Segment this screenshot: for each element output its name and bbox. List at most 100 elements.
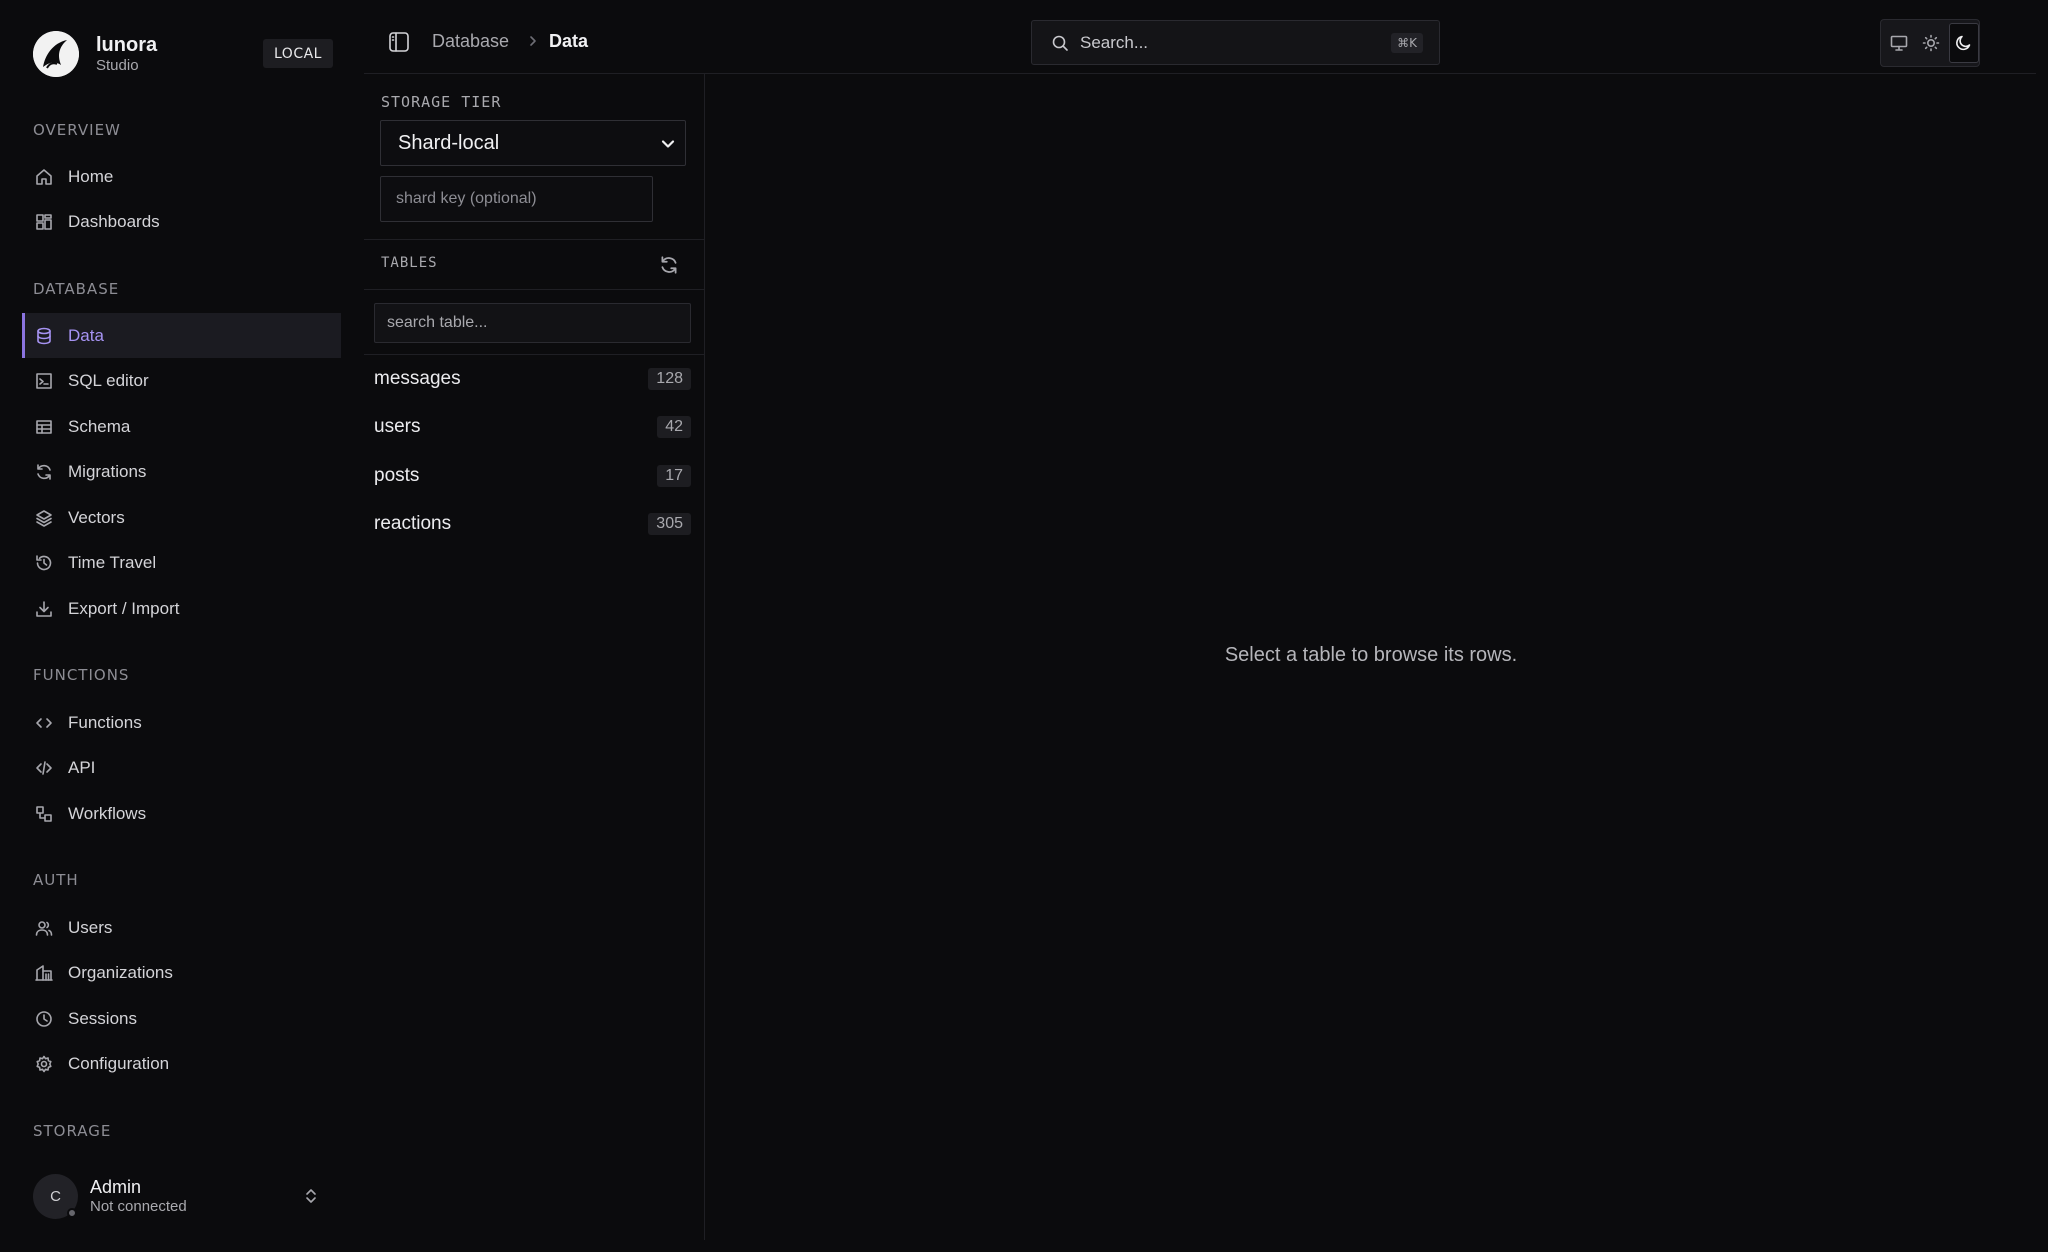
divider [364, 354, 704, 355]
sidebar-item-vectors[interactable]: Vectors [22, 495, 341, 540]
sidebar-item-label: Vectors [68, 507, 125, 527]
connection-status-dot [67, 1207, 77, 1218]
refresh-tables-icon[interactable] [658, 254, 680, 276]
divider [364, 289, 704, 290]
sidebar-item-label: Data [68, 325, 104, 345]
sidebar-item-api[interactable]: API [22, 745, 341, 790]
chevrons-up-down-icon [306, 1189, 316, 1203]
chevron-down-icon [661, 140, 675, 148]
sidebar-item-label: Sessions [68, 1008, 137, 1028]
search-shortcut: ⌘K [1391, 33, 1423, 53]
download-icon [36, 600, 52, 617]
avatar-initial: C [50, 1187, 61, 1205]
section-label-overview: OVERVIEW [33, 121, 121, 139]
table-icon [36, 419, 52, 434]
table-row-count: 17 [657, 465, 691, 487]
theme-dark-button[interactable] [1948, 23, 1979, 63]
global-search[interactable]: Search... ⌘K [1031, 20, 1440, 65]
sidebar-item-label: API [68, 757, 96, 777]
sidebar-item-home[interactable]: Home [22, 154, 341, 199]
table-row-messages[interactable]: messages 128 [374, 359, 691, 399]
search-icon [1052, 35, 1068, 51]
storage-tier-value: Shard-local [398, 131, 500, 154]
refresh-icon [37, 463, 51, 480]
storage-tier-label: STORAGE TIER [381, 93, 502, 111]
theme-light-button[interactable] [1916, 23, 1945, 63]
brand-subtitle: Studio [96, 57, 139, 74]
terminal-icon [36, 372, 52, 389]
building-icon [35, 964, 53, 981]
sidebar-item-label: Time Travel [68, 552, 157, 572]
dashboard-icon [36, 213, 52, 230]
top-bar: Database Data Search... ⌘K [364, 0, 2036, 74]
gear-icon [36, 1055, 52, 1072]
sidebar-item-label: Configuration [68, 1053, 170, 1073]
table-row-count: 128 [648, 368, 691, 390]
table-row-count: 42 [657, 416, 691, 438]
table-row-users[interactable]: users 42 [374, 407, 691, 447]
table-name: posts [374, 465, 420, 486]
connection-status: Not connected [90, 1197, 187, 1215]
user-menu[interactable]: C Admin Not connected [33, 1173, 333, 1219]
table-search-input[interactable] [374, 303, 691, 343]
sidebar-item-time-travel[interactable]: Time Travel [22, 540, 341, 585]
sidebar-item-dashboards[interactable]: Dashboards [22, 199, 341, 244]
storage-tier-select[interactable]: Shard-local [380, 120, 686, 166]
sidebar-item-label: Dashboards [68, 211, 160, 231]
main-content: Select a table to browse its rows. [706, 74, 2036, 1240]
sidebar-item-export-import[interactable]: Export / Import [22, 586, 341, 631]
monitor-icon [1890, 35, 1908, 51]
table-name: reactions [374, 513, 452, 534]
avatar: C [33, 1173, 78, 1219]
user-name: Admin [90, 1176, 142, 1197]
environment-badge: LOCAL [263, 39, 333, 68]
clock-icon [36, 1010, 52, 1027]
sidebar-item-migrations[interactable]: Migrations [22, 449, 341, 494]
sidebar-item-sessions[interactable]: Sessions [22, 996, 341, 1041]
sidebar-item-users[interactable]: Users [22, 905, 341, 950]
sidebar-item-label: Functions [68, 712, 142, 732]
brand[interactable]: lunora Studio [33, 31, 157, 77]
brand-logo-icon [33, 31, 79, 77]
sidebar-item-label: Users [68, 917, 113, 937]
database-icon [37, 327, 51, 344]
section-label-functions: FUNCTIONS [33, 666, 130, 684]
sidebar-item-schema[interactable]: Schema [22, 404, 341, 449]
sidebar-item-label: Organizations [68, 962, 173, 982]
section-label-auth: AUTH [33, 871, 79, 889]
layers-icon [36, 509, 52, 527]
table-row-reactions[interactable]: reactions 305 [374, 504, 691, 544]
sidebar-item-configuration[interactable]: Configuration [22, 1041, 341, 1086]
sidebar-toggle-icon[interactable] [387, 30, 411, 54]
sidebar-item-sql-editor[interactable]: SQL editor [22, 358, 341, 403]
divider [364, 239, 704, 240]
workflow-icon [36, 805, 52, 822]
table-row-count: 305 [648, 513, 691, 535]
table-name: users [374, 416, 421, 437]
shard-key-input[interactable] [380, 176, 653, 222]
sidebar-item-label: SQL editor [68, 370, 149, 390]
sidebar-item-label: Migrations [68, 461, 147, 481]
sidebar-item-label: Home [68, 166, 114, 186]
tables-label: TABLES [381, 255, 438, 271]
sidebar-item-data[interactable]: Data [22, 313, 341, 358]
sidebar-item-functions[interactable]: Functions [22, 700, 341, 745]
empty-state-message: Select a table to browse its rows. [1224, 644, 1518, 666]
sidebar-item-label: Workflows [68, 803, 147, 823]
breadcrumb-parent[interactable]: Database [432, 29, 509, 53]
theme-system-button[interactable] [1884, 23, 1913, 63]
sidebar-item-label: Export / Import [68, 598, 180, 618]
table-name: messages [374, 368, 461, 389]
brand-name: lunora [96, 34, 158, 56]
search-placeholder: Search... [1080, 32, 1149, 52]
breadcrumb-current: Data [549, 31, 589, 51]
home-icon [36, 168, 52, 185]
tables-panel: STORAGE TIER Shard-local TABLES messages… [364, 74, 705, 1240]
sidebar-item-organizations[interactable]: Organizations [22, 950, 341, 995]
code-icon [36, 717, 52, 728]
sidebar: lunora Studio LOCAL OVERVIEW Home Dashbo… [0, 0, 364, 1252]
table-row-posts[interactable]: posts 17 [374, 456, 691, 496]
users-icon [35, 920, 53, 936]
sidebar-item-workflows[interactable]: Workflows [22, 791, 341, 836]
chevron-right-icon [530, 36, 536, 46]
